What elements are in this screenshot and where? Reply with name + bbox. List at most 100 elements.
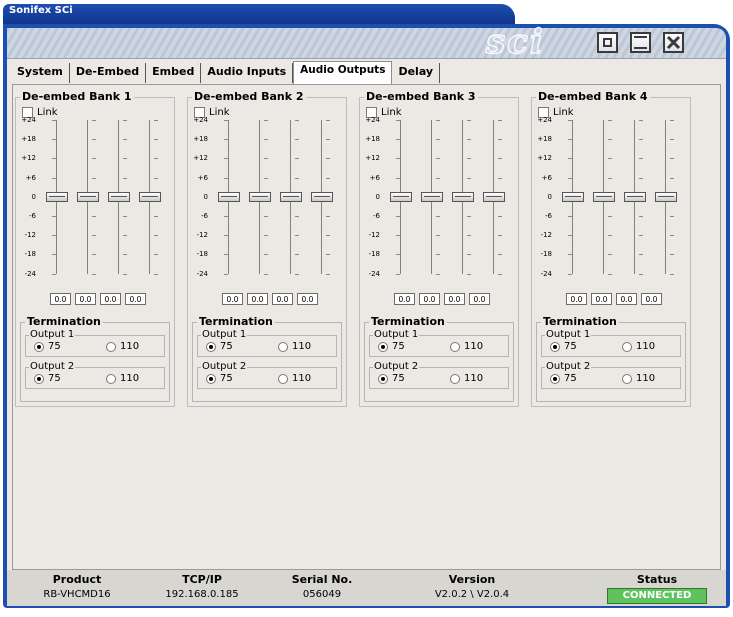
minimize-button[interactable] [597,32,618,53]
tab-system[interactable]: System [11,63,70,83]
fader-channel-2[interactable] [73,120,103,280]
fader-value[interactable]: 0.0 [566,293,587,305]
radio-button[interactable] [622,373,632,384]
fader-channel-3[interactable] [448,120,478,280]
fader-value[interactable]: 0.0 [394,293,415,305]
fader-value[interactable]: 0.0 [222,293,243,305]
tab-de-embed[interactable]: De-Embed [70,63,147,83]
fader-channel-3[interactable] [104,120,134,280]
fader-channel-1[interactable] [558,120,588,280]
fader-thumb[interactable] [46,191,68,202]
radio-button[interactable] [378,373,388,384]
radio-110ohm[interactable]: 110 [450,341,483,352]
radio-label: 110 [636,373,656,384]
fader-value[interactable]: 0.0 [247,293,268,305]
fader-thumb[interactable] [452,191,474,202]
scale-label: -18 [540,250,552,259]
fader-tick [436,273,440,275]
fader-channel-1[interactable] [42,120,72,280]
fader-value[interactable]: 0.0 [616,293,637,305]
close-button[interactable] [663,32,684,53]
tab-delay[interactable]: Delay [392,63,441,83]
version-info: Version V2.0.2 \ V2.0.4 [412,573,532,600]
radio-button[interactable] [34,341,44,352]
fader-channel-2[interactable] [417,120,447,280]
fader-channel-2[interactable] [245,120,275,280]
fader-thumb[interactable] [390,191,412,202]
radio-110ohm[interactable]: 110 [106,341,139,352]
fader-thumb[interactable] [483,191,505,202]
fader-channel-1[interactable] [386,120,416,280]
fader-value[interactable]: 0.0 [444,293,465,305]
fader-value[interactable]: 0.0 [50,293,71,305]
fader-value[interactable]: 0.0 [272,293,293,305]
tab-embed[interactable]: Embed [146,63,202,83]
fader-channel-4[interactable] [135,120,165,280]
radio-110ohm[interactable]: 110 [106,373,139,384]
fader-thumb[interactable] [562,191,584,202]
fader-value[interactable]: 0.0 [641,293,662,305]
fader-thumb[interactable] [624,191,646,202]
radio-75ohm[interactable]: 75 [206,373,233,384]
radio-75ohm[interactable]: 75 [378,373,405,384]
radio-110ohm[interactable]: 110 [278,373,311,384]
radio-75ohm[interactable]: 75 [550,341,577,352]
radio-button[interactable] [450,341,460,352]
fader-value[interactable]: 0.0 [125,293,146,305]
radio-button[interactable] [550,373,560,384]
radio-75ohm[interactable]: 75 [550,373,577,384]
fader-value[interactable]: 0.0 [100,293,121,305]
radio-75ohm[interactable]: 75 [34,373,61,384]
output-2-group: Output 2 75 110 [541,361,681,389]
radio-75ohm[interactable]: 75 [34,341,61,352]
radio-button[interactable] [34,373,44,384]
radio-button[interactable] [206,341,216,352]
fader-channel-2[interactable] [589,120,619,280]
fader-tick [498,139,502,141]
fader-value[interactable]: 0.0 [469,293,490,305]
tab-audio-outputs[interactable]: Audio Outputs [293,61,393,84]
fader-channel-3[interactable] [620,120,650,280]
radio-110ohm[interactable]: 110 [622,373,655,384]
fader-value[interactable]: 0.0 [419,293,440,305]
fader-channel-4[interactable] [479,120,509,280]
fader-thumb[interactable] [139,191,161,202]
scale-label: -18 [196,250,208,259]
fader-channel-1[interactable] [214,120,244,280]
radio-button[interactable] [206,373,216,384]
fader-channel-4[interactable] [651,120,681,280]
radio-button[interactable] [106,373,116,384]
fader-thumb[interactable] [311,191,333,202]
radio-110ohm[interactable]: 110 [622,341,655,352]
fader-thumb[interactable] [655,191,677,202]
version-label: Version [448,573,496,586]
radio-button[interactable] [550,341,560,352]
fader-value[interactable]: 0.0 [297,293,318,305]
fader-thumb[interactable] [77,191,99,202]
fader-tick [608,216,612,217]
fader-thumb[interactable] [593,191,615,202]
fader-thumb[interactable] [108,191,130,202]
radio-75ohm[interactable]: 75 [206,341,233,352]
radio-button[interactable] [106,341,116,352]
fader-channel-4[interactable] [307,120,337,280]
maximize-button[interactable] [630,32,651,53]
fader-thumb[interactable] [249,191,271,202]
radio-button[interactable] [622,341,632,352]
radio-110ohm[interactable]: 110 [450,373,483,384]
fader-tick [92,235,96,237]
fader-channel-3[interactable] [276,120,306,280]
fader-value[interactable]: 0.0 [591,293,612,305]
radio-button[interactable] [278,373,288,384]
radio-75ohm[interactable]: 75 [378,341,405,352]
fader-thumb[interactable] [421,191,443,202]
fader-thumb[interactable] [218,191,240,202]
radio-110ohm[interactable]: 110 [278,341,311,352]
radio-button[interactable] [378,341,388,352]
fader-thumb[interactable] [280,191,302,202]
radio-button[interactable] [450,373,460,384]
fader-value[interactable]: 0.0 [75,293,96,305]
radio-button[interactable] [278,341,288,352]
tab-audio-inputs[interactable]: Audio Inputs [201,63,294,83]
fader-tick [92,254,96,256]
